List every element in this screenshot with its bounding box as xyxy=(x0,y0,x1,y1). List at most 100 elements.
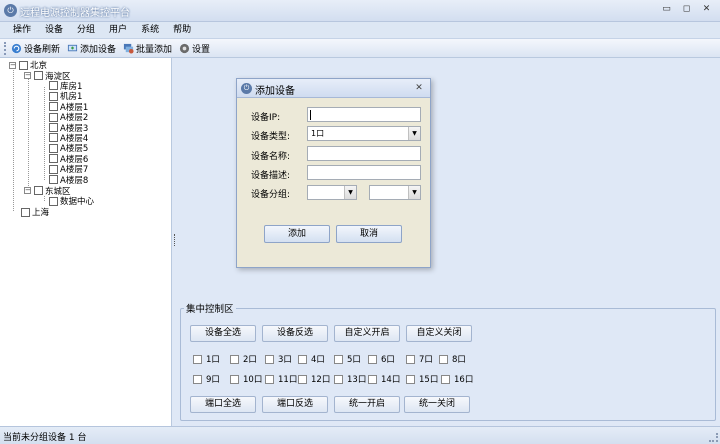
custom-on-button[interactable]: 自定义开启 xyxy=(334,325,400,342)
port-checkbox-6[interactable]: 6口 xyxy=(368,353,395,365)
minimize-icon[interactable]: ▭ xyxy=(661,4,672,15)
port-checkbox-12[interactable]: 12口 xyxy=(298,373,330,385)
invert-devices-button[interactable]: 设备反选 xyxy=(262,325,328,342)
close-icon[interactable]: ✕ xyxy=(414,83,424,93)
maximize-icon[interactable]: ◻ xyxy=(681,4,692,15)
tree-node-leaf[interactable]: 数据中心 xyxy=(49,196,94,207)
checkbox[interactable] xyxy=(298,354,307,364)
port-checkbox-2[interactable]: 2口 xyxy=(230,353,257,365)
tree-checkbox[interactable] xyxy=(49,133,58,143)
port-checkbox-8[interactable]: 8口 xyxy=(439,353,466,365)
refresh-devices-button[interactable]: 设备刷新 xyxy=(11,42,60,55)
tree-checkbox[interactable] xyxy=(49,154,58,164)
tree-checkbox[interactable] xyxy=(49,175,58,185)
tree-node-label: A楼层8 xyxy=(60,175,89,186)
text-caret xyxy=(310,110,311,120)
checkbox[interactable] xyxy=(368,354,377,364)
port-checkbox-14[interactable]: 14口 xyxy=(368,373,400,385)
port-checkbox-5[interactable]: 5口 xyxy=(334,353,361,365)
settings-button[interactable]: 设置 xyxy=(179,42,210,55)
checkbox[interactable] xyxy=(230,354,239,364)
port-checkbox-13[interactable]: 13口 xyxy=(334,373,366,385)
menu-user[interactable]: 用户 xyxy=(102,22,134,38)
checkbox[interactable] xyxy=(406,354,415,364)
checkbox[interactable] xyxy=(265,354,274,364)
unified-on-button[interactable]: 统一开启 xyxy=(334,396,400,413)
tree-checkbox[interactable] xyxy=(49,102,58,112)
resize-grip[interactable] xyxy=(709,433,718,442)
select-all-devices-button[interactable]: 设备全选 xyxy=(190,325,256,342)
ip-input[interactable] xyxy=(307,107,421,122)
tree-node-shanghai[interactable]: 上海 xyxy=(21,207,49,218)
unified-off-button[interactable]: 统一关闭 xyxy=(404,396,470,413)
power-icon: ⏻ xyxy=(241,83,252,94)
port-checkbox-15[interactable]: 15口 xyxy=(406,373,438,385)
splitter-grip[interactable] xyxy=(174,234,175,246)
tree-checkbox[interactable] xyxy=(19,60,28,70)
tree-checkbox[interactable] xyxy=(49,81,58,91)
group-select-1[interactable]: ▼ xyxy=(307,185,357,200)
checkbox[interactable] xyxy=(334,374,343,384)
tree-node-beijing[interactable]: − 北京 xyxy=(9,60,47,71)
checkbox[interactable] xyxy=(441,374,450,384)
checkbox[interactable] xyxy=(406,374,415,384)
port-checkbox-9[interactable]: 9口 xyxy=(193,373,220,385)
cancel-button[interactable]: 取消 xyxy=(336,225,402,243)
port-checkbox-11[interactable]: 11口 xyxy=(265,373,297,385)
port-checkbox-3[interactable]: 3口 xyxy=(265,353,292,365)
tree-checkbox[interactable] xyxy=(34,71,43,81)
type-label: 设备类型: xyxy=(251,132,291,142)
collapse-icon[interactable]: − xyxy=(24,187,31,195)
chevron-down-icon[interactable]: ▼ xyxy=(344,186,356,199)
batch-add-button[interactable]: 批量添加 xyxy=(123,42,172,55)
port-checkbox-4[interactable]: 4口 xyxy=(298,353,325,365)
add-button[interactable]: 添加 xyxy=(264,225,330,243)
menu-group[interactable]: 分组 xyxy=(70,22,102,38)
checkbox[interactable] xyxy=(193,354,202,364)
tree-checkbox[interactable] xyxy=(49,196,58,206)
invert-ports-button[interactable]: 端口反选 xyxy=(262,396,328,413)
chevron-down-icon[interactable]: ▼ xyxy=(408,127,420,140)
collapse-icon[interactable]: − xyxy=(24,72,31,80)
tree-checkbox[interactable] xyxy=(21,207,30,217)
checkbox[interactable] xyxy=(193,374,202,384)
device-type-select[interactable]: 1口 ▼ xyxy=(307,126,421,141)
group-select-2[interactable]: ▼ xyxy=(369,185,421,200)
tree-checkbox[interactable] xyxy=(49,123,58,133)
toolbar-grip[interactable] xyxy=(4,41,7,55)
checkbox[interactable] xyxy=(265,374,274,384)
port-checkbox-7[interactable]: 7口 xyxy=(406,353,433,365)
batch-add-label: 批量添加 xyxy=(136,44,173,55)
collapse-icon[interactable]: − xyxy=(9,61,16,69)
device-name-input[interactable] xyxy=(307,146,421,161)
add-device-label: 添加设备 xyxy=(80,44,117,55)
chevron-down-icon[interactable]: ▼ xyxy=(408,186,420,199)
device-desc-input[interactable] xyxy=(307,165,421,180)
select-all-ports-button[interactable]: 端口全选 xyxy=(190,396,256,413)
menu-help[interactable]: 帮助 xyxy=(166,22,198,38)
tree-checkbox[interactable] xyxy=(49,164,58,174)
tree-checkbox[interactable] xyxy=(49,91,58,101)
custom-off-button[interactable]: 自定义关闭 xyxy=(406,325,472,342)
menu-system[interactable]: 系统 xyxy=(134,22,166,38)
tree-node-leaf[interactable]: A楼层8 xyxy=(49,174,89,186)
dialog-title-bar[interactable]: ⏻ 添加设备 ✕ xyxy=(237,79,430,98)
port-checkbox-10[interactable]: 10口 xyxy=(230,373,262,385)
tree-checkbox[interactable] xyxy=(49,143,58,153)
checkbox[interactable] xyxy=(230,374,239,384)
port-checkbox-16[interactable]: 16口 xyxy=(441,373,473,385)
batch-add-icon xyxy=(123,43,134,54)
group-tree: − 北京 − 海淀区 库房1 机房1 A楼层1 A楼层2 A楼层3 A楼层4 A… xyxy=(0,58,172,426)
port-checkbox-1[interactable]: 1口 xyxy=(193,353,220,365)
checkbox[interactable] xyxy=(298,374,307,384)
add-device-button[interactable]: 添加设备 xyxy=(67,42,116,55)
tree-checkbox[interactable] xyxy=(49,112,58,122)
checkbox[interactable] xyxy=(439,354,448,364)
close-icon[interactable]: ✕ xyxy=(701,4,712,15)
window-title: 远程电源控制器集控平台 xyxy=(20,8,130,19)
menu-device[interactable]: 设备 xyxy=(38,22,70,38)
checkbox[interactable] xyxy=(334,354,343,364)
checkbox[interactable] xyxy=(368,374,377,384)
menu-operate[interactable]: 操作 xyxy=(6,22,38,38)
tree-checkbox[interactable] xyxy=(34,186,43,196)
